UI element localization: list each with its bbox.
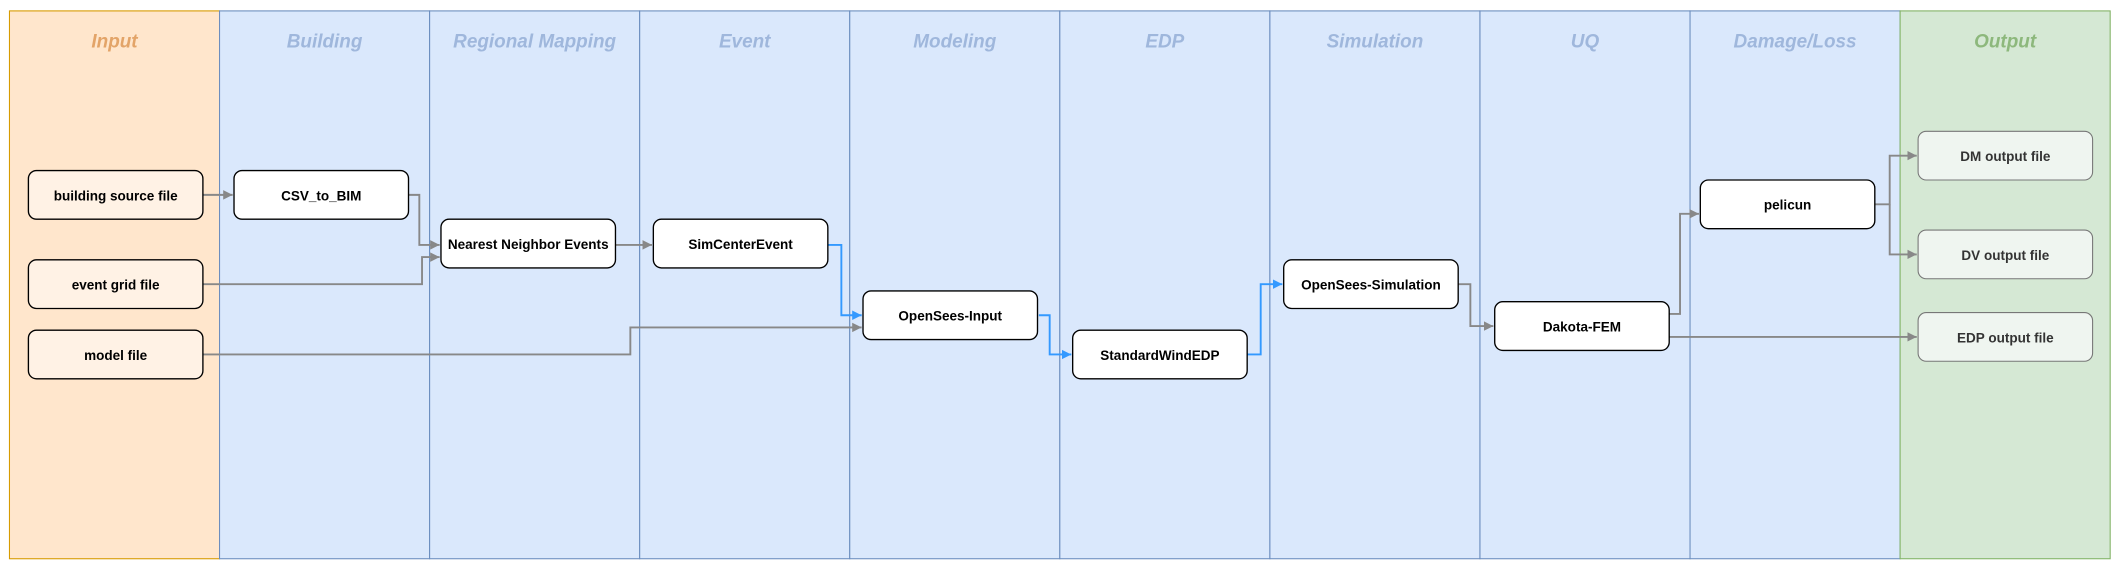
node-label: DV output file [1961, 248, 2049, 263]
lane-edp: EDP [1059, 10, 1271, 560]
node-label: Dakota-FEM [1543, 319, 1621, 334]
node-label: CSV_to_BIM [281, 188, 361, 203]
node-simcenter-event[interactable]: SimCenterEvent [652, 218, 829, 269]
lane-event: Event [639, 10, 851, 560]
lane-title: Event [719, 31, 771, 52]
node-label: Nearest Neighbor Events [448, 237, 609, 252]
node-label: OpenSees-Input [898, 309, 1002, 324]
node-dakota-fem[interactable]: Dakota-FEM [1494, 301, 1670, 352]
lane-title: Building [287, 31, 363, 52]
node-label: OpenSees-Simulation [1301, 278, 1441, 293]
lane-background [1899, 10, 2111, 560]
lane-background [1689, 10, 1901, 560]
node-csv-to-bim[interactable]: CSV_to_BIM [233, 169, 410, 220]
node-model-file[interactable]: model file [27, 329, 204, 380]
lane-background [429, 10, 641, 560]
node-label: EDP output file [1957, 330, 2054, 345]
node-standard-wind-edp[interactable]: StandardWindEDP [1071, 329, 1248, 380]
node-opensees-input[interactable]: OpenSees-Input [862, 290, 1039, 341]
node-label: model file [84, 348, 148, 363]
lane-title: EDP [1145, 31, 1184, 52]
lane-output: Output [1899, 10, 2111, 560]
node-label: StandardWindEDP [1100, 348, 1219, 363]
node-building-source-file[interactable]: building source file [27, 169, 204, 220]
node-dv-output-file[interactable]: DV output file [1917, 229, 2094, 280]
workflow-diagram: Input Building Regional Mapping Event Modeli… [8, 10, 2111, 560]
lane-background [1479, 10, 1691, 560]
node-nearest-neighbor-events[interactable]: Nearest Neighbor Events [440, 218, 617, 269]
lane-regional-mapping: Regional Mapping [429, 10, 641, 560]
node-pelicun[interactable]: pelicun [1699, 179, 1876, 230]
node-label: event grid file [72, 278, 160, 293]
node-opensees-simulation[interactable]: OpenSees-Simulation [1283, 259, 1459, 310]
lane-title: Output [1974, 31, 2037, 52]
lane-modeling: Modeling [849, 10, 1061, 560]
node-label: DM output file [1960, 149, 2051, 164]
node-label: pelicun [1764, 198, 1811, 213]
lane-title: Modeling [913, 31, 996, 52]
lane-title: Regional Mapping [453, 31, 616, 52]
lane-background [1059, 10, 1271, 560]
lane-background [639, 10, 851, 560]
node-edp-output-file[interactable]: EDP output file [1917, 312, 2094, 362]
lane-background [849, 10, 1061, 560]
lane-title: Damage/Loss [1734, 31, 1857, 52]
node-label: SimCenterEvent [688, 237, 793, 252]
lane-title: UQ [1571, 31, 1600, 52]
node-label: building source file [54, 188, 178, 203]
lane-title: Input [91, 31, 138, 52]
node-event-grid-file[interactable]: event grid file [27, 259, 204, 310]
lane-title: Simulation [1327, 31, 1424, 52]
node-dm-output-file[interactable]: DM output file [1917, 130, 2094, 181]
lane-damage-loss: Damage/Loss [1689, 10, 1901, 560]
lane-uq: UQ [1479, 10, 1691, 560]
